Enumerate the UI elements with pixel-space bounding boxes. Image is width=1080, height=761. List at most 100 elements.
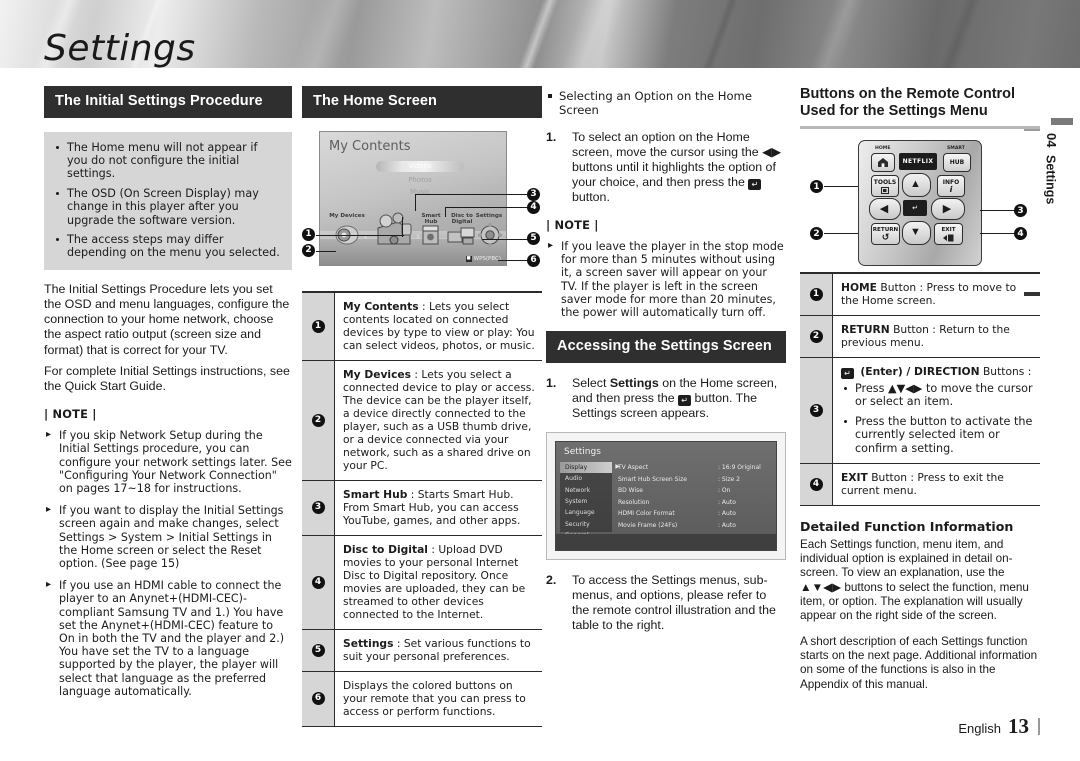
smart-hub-icon: [422, 225, 439, 244]
netflix-button[interactable]: NETFLIX: [899, 153, 937, 170]
setting-key: TV Aspect: [618, 464, 649, 472]
row-number-cell: 4: [302, 535, 335, 629]
list-item: If you leave the player in the stop mode…: [546, 239, 786, 319]
footer-page-number: 13: [1008, 714, 1029, 738]
remote-callout-badge-3: 3: [1014, 204, 1027, 217]
nav-item-network[interactable]: Network: [560, 484, 612, 495]
setting-value: : On: [718, 487, 731, 495]
initial-settings-paragraph-2: For complete Initial Settings instructio…: [44, 363, 290, 393]
nav-item-audio[interactable]: Audio: [560, 473, 612, 484]
nav-item-language[interactable]: Language: [560, 507, 612, 518]
list-item: If you skip Network Setup during the Ini…: [44, 428, 292, 495]
row-term: Disc to Digital: [343, 542, 428, 556]
list-item: The OSD (On Screen Display) may change i…: [53, 187, 281, 227]
wps-label: WPS(PBC): [473, 255, 501, 262]
list-item: The access steps may differ depending on…: [53, 233, 281, 260]
table-row: 4 Disc to Digital : Upload DVD movies to…: [302, 535, 542, 630]
row-text-cell: EXIT Button : Press to exit the current …: [833, 464, 1040, 505]
footer-tick: [1038, 718, 1040, 735]
table-row: 4 EXIT Button : Press to exit the curren…: [800, 464, 1040, 507]
row-badge: 4: [311, 575, 325, 589]
section-heading-home-screen: The Home Screen: [302, 86, 542, 118]
remote-callout-line-3: [980, 210, 1014, 212]
row-badge: 6: [311, 692, 325, 705]
note-label: | NOTE |: [44, 407, 97, 422]
table-row: 6 Displays the colored buttons on your r…: [302, 671, 542, 727]
row-term: RETURN: [841, 323, 890, 336]
tools-button[interactable]: TOOLS: [871, 175, 899, 197]
row-badge: 1: [809, 288, 823, 301]
home-screen-note-list: If you leave the player in the stop mode…: [546, 239, 786, 319]
callout-line-6: [498, 259, 529, 261]
settings-mock-bottom-bar: [556, 533, 776, 550]
nav-item-system[interactable]: System: [560, 496, 612, 507]
step-text-a: Select: [572, 375, 610, 390]
settings-row[interactable]: Movie Frame (24Fs): Auto: [618, 520, 772, 532]
section-heading-accessing-settings: Accessing the Settings Screen: [546, 331, 786, 363]
row-number-cell: 2: [302, 360, 335, 480]
chapter-tab-bar: [1051, 118, 1073, 125]
list-item: Press ▲▼◀▶ to move the cursor or select …: [841, 382, 1034, 409]
detailed-function-paragraph-2: A short description of each Settings fun…: [800, 634, 1038, 691]
list-item: If you want to display the Initial Setti…: [44, 503, 292, 570]
info-button[interactable]: INFO i: [937, 175, 965, 197]
setting-key: Movie Frame (24Fs): [618, 521, 678, 529]
step-number: 1.: [546, 375, 557, 390]
exit-icon: [943, 234, 954, 242]
setting-key: Smart Hub Screen Size: [618, 475, 687, 483]
step-text-bold: Settings: [609, 375, 659, 390]
setting-key: BD Wise: [618, 487, 643, 495]
settings-row[interactable]: Resolution: Auto: [618, 497, 772, 509]
nav-item-security[interactable]: Security: [560, 519, 612, 530]
tools-icon: [881, 186, 889, 194]
wps-badge-icon: ■: [465, 255, 472, 262]
tv-arrow-right: ›: [416, 230, 420, 243]
return-button[interactable]: RETURN ↺: [871, 223, 900, 245]
home-button[interactable]: [871, 153, 895, 172]
step-1-select-settings: 1. Select Settings on the Home screen, a…: [546, 376, 786, 421]
row-description: Buttons :: [979, 365, 1032, 378]
section-heading-remote-line2: Used for the Settings Menu: [800, 103, 988, 119]
home-icon: [878, 158, 888, 167]
enter-button[interactable]: ↵: [903, 200, 927, 216]
page-title: Settings: [44, 28, 196, 69]
row-text-cell: Settings : Set various functions to suit…: [335, 630, 542, 671]
settings-mock-nav: Display Audio Network System Language Se…: [560, 461, 620, 550]
settings-row[interactable]: Smart Hub Screen Size: Size 2: [618, 473, 772, 485]
table-row: 1 HOME Button : Press to move to the Hom…: [800, 274, 1040, 316]
home-screen-legend-table: 1 My Contents : Lets you select contents…: [302, 290, 542, 727]
callout-line-5: [482, 238, 529, 240]
step-text: To select an option on the Home screen, …: [572, 130, 786, 205]
row-term: (Enter) / DIRECTION: [860, 365, 980, 378]
table-row: 2 My Devices : Lets you select a connect…: [302, 360, 542, 481]
callout-badge-1: 1: [302, 227, 315, 241]
callout-line-3b: [415, 193, 417, 211]
row-term: HOME: [841, 281, 877, 294]
callout-badge-6: 6: [527, 253, 540, 267]
row-text-cell: Smart Hub : Starts Smart Hub. From Smart…: [335, 481, 542, 535]
enter-button-icon: ↵: [678, 394, 692, 406]
row-term: EXIT: [841, 471, 868, 485]
row-badge: 5: [311, 643, 325, 657]
remote-callout-line-2: [824, 233, 858, 235]
settings-row[interactable]: BD Wise : On: [618, 485, 772, 497]
step-number: 2.: [546, 572, 557, 587]
settings-row[interactable]: TV Aspect : 16:9 Original: [618, 462, 772, 474]
detailed-function-heading: Detailed Function Information: [800, 519, 1014, 535]
column-remote-buttons: Buttons on the Remote Control Used for t…: [800, 86, 1040, 703]
table-row: 3 ↵ (Enter) / DIRECTION Buttons : Press …: [800, 358, 1040, 465]
callout-line-2: [316, 250, 336, 252]
list-item: The Home menu will not appear if you do …: [53, 141, 281, 181]
down-arrow-icon: ▼: [910, 226, 921, 238]
row-text-cell: My Contents : Lets you select contents l…: [335, 293, 542, 360]
setting-value: : 16:9 Original: [718, 464, 761, 472]
nav-item-display[interactable]: Display: [560, 461, 620, 474]
callout-line-1: [316, 234, 404, 236]
row-term: My Devices: [343, 367, 412, 381]
hub-button[interactable]: HUB: [943, 153, 971, 172]
setting-value: : Auto: [718, 498, 736, 506]
remote-callout-line-4: [980, 233, 1014, 235]
detailed-function-paragraph-1: Each Settings function, menu item, and i…: [800, 538, 1040, 623]
settings-row[interactable]: HDMI Color Format: Auto: [618, 508, 772, 520]
exit-button[interactable]: EXIT: [934, 223, 963, 245]
